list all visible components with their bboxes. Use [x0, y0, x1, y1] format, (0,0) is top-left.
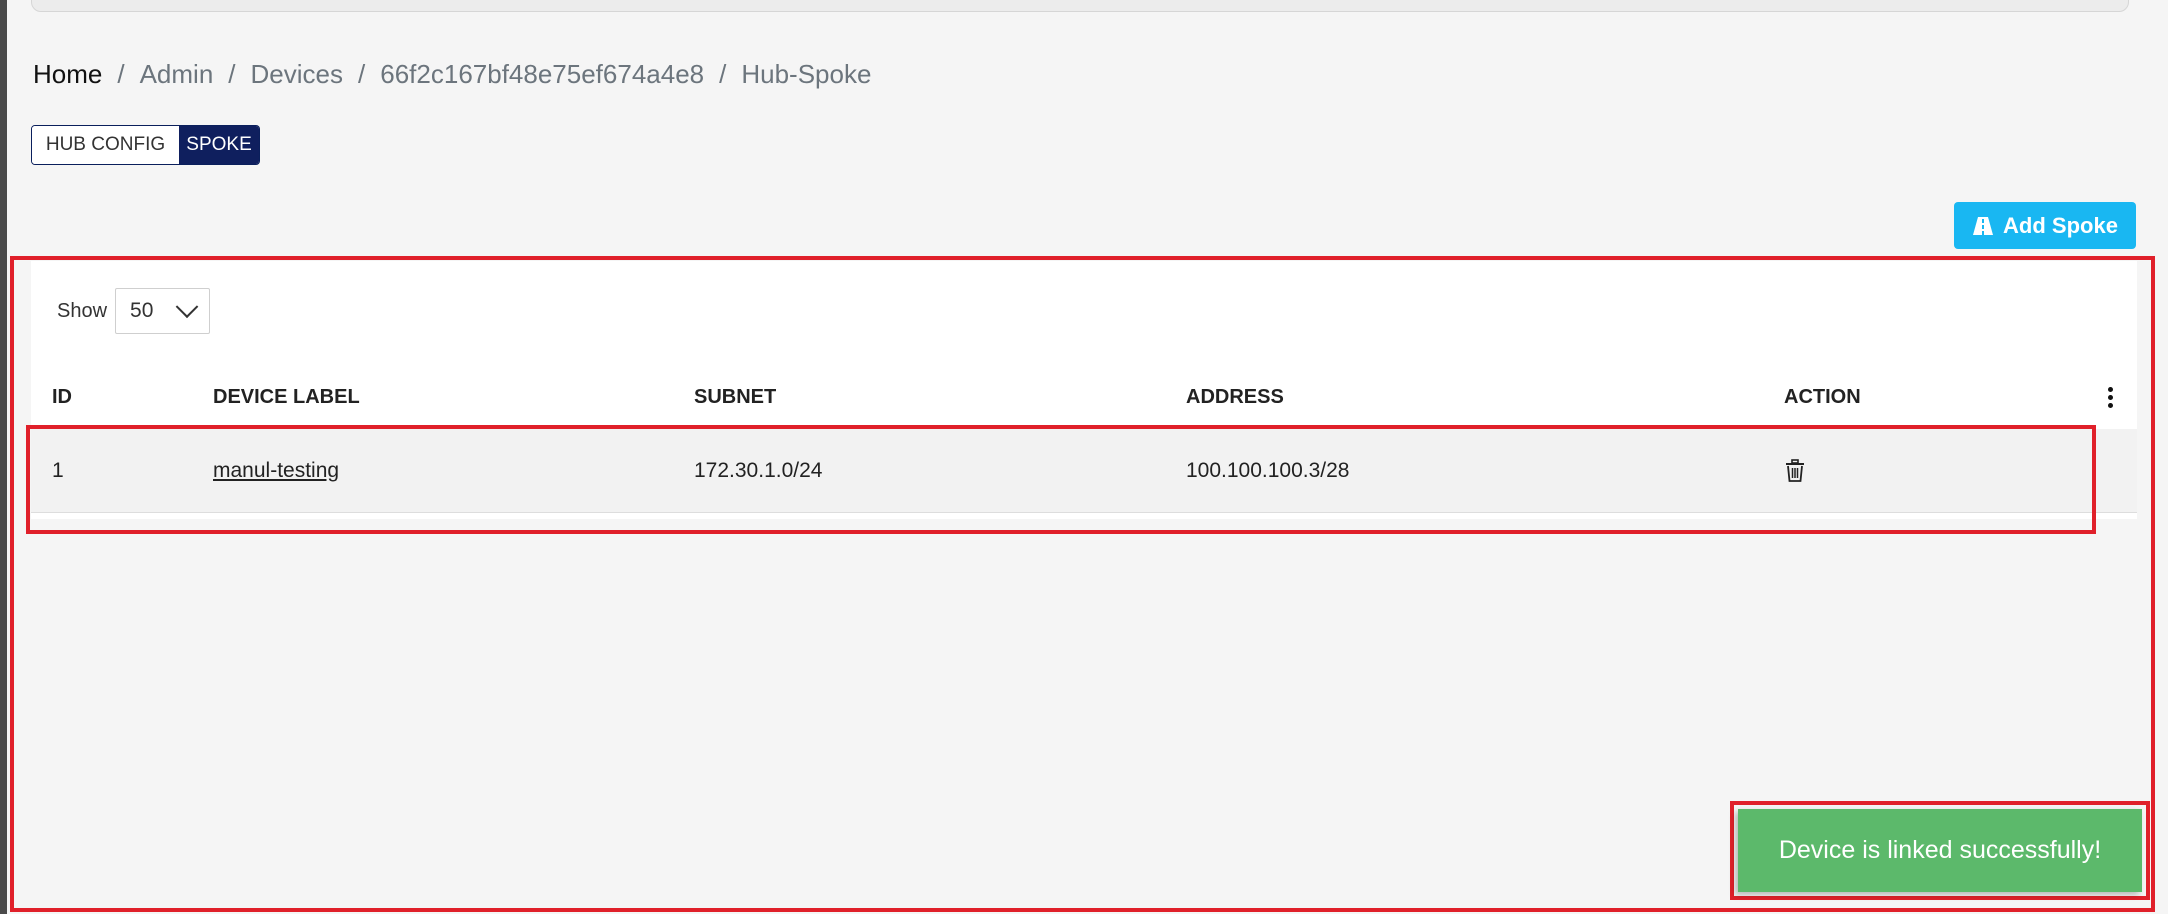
breadcrumb-separator: /	[358, 58, 366, 89]
breadcrumb: Home / Admin / Devices / 66f2c167bf48e75…	[33, 56, 871, 92]
breadcrumb-admin[interactable]: Admin	[140, 59, 214, 90]
breadcrumb-hub-spoke: Hub-Spoke	[741, 58, 872, 89]
breadcrumb-separator: /	[719, 58, 727, 89]
breadcrumb-device-id[interactable]: 66f2c167bf48e75ef674a4e8	[380, 59, 704, 90]
breadcrumb-devices[interactable]: Devices	[251, 59, 343, 90]
highlight-table-row	[26, 425, 2096, 534]
add-spoke-button[interactable]: Add Spoke	[1954, 202, 2136, 249]
tab-spoke[interactable]: SPOKE	[179, 126, 259, 164]
toast-message: Device is linked successfully!	[1778, 836, 2102, 864]
breadcrumb-separator: /	[117, 58, 125, 89]
add-spoke-label: Add Spoke	[2003, 212, 2118, 238]
window-edge	[0, 0, 7, 914]
road-icon	[1973, 216, 1994, 235]
toast-highlight: Device is linked successfully!	[1730, 801, 2150, 900]
breadcrumb-separator: /	[228, 58, 236, 89]
tab-hub-config[interactable]: HUB CONFIG	[32, 126, 179, 164]
tab-group: HUB CONFIG SPOKE	[31, 125, 260, 165]
top-search-bar[interactable]	[31, 0, 2129, 12]
breadcrumb-home[interactable]: Home	[33, 59, 102, 90]
success-toast[interactable]: Device is linked successfully!	[1738, 809, 2142, 892]
